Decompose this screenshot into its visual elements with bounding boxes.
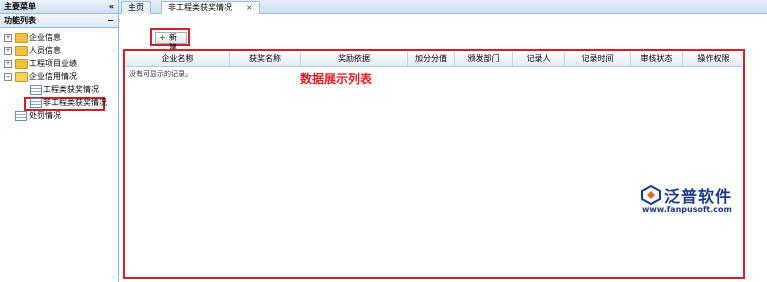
tree-item-label: 工程项目业绩 <box>29 59 77 68</box>
column-header[interactable]: 奖励依据 <box>301 52 408 66</box>
new-button-highlight: + 新 建 <box>150 28 190 52</box>
column-header[interactable]: 企业名称 <box>126 52 230 66</box>
tree-item-label: 处罚情况 <box>29 111 61 120</box>
tree-item-engineering-awards[interactable]: 工程类获奖情况 <box>0 83 118 96</box>
tab-label: 主页 <box>128 3 144 12</box>
tree-item-label: 人员信息 <box>29 46 61 55</box>
plus-icon: + <box>159 33 166 42</box>
section-header[interactable]: 功能列表 − <box>0 14 118 28</box>
tree-item-label: 工程类获奖情况 <box>43 85 99 94</box>
column-header[interactable]: 记录人 <box>513 52 565 66</box>
close-icon[interactable]: × <box>246 3 253 12</box>
column-header[interactable]: 操作权限 <box>683 52 744 66</box>
tree-item-personnel-info[interactable]: + 人员信息 <box>0 44 118 57</box>
folder-open-icon <box>15 72 28 82</box>
tree-item-non-engineering-awards[interactable]: 非工程类获奖情况 <box>0 96 118 111</box>
grid-icon <box>30 98 42 108</box>
column-header[interactable]: 颁发部门 <box>455 52 513 66</box>
expand-icon[interactable]: + <box>4 60 12 68</box>
tree-item-label: 非工程类获奖情况 <box>43 98 107 107</box>
folder-icon <box>15 59 28 69</box>
tree-item-label: 企业信用情况 <box>29 72 77 81</box>
folder-icon <box>15 46 28 56</box>
watermark-logo: 泛普软件 www.fanpusoft.com <box>640 183 758 215</box>
sidebar-title: 主要菜单 <box>4 2 36 11</box>
tree-item-project-performance[interactable]: + 工程项目业绩 <box>0 57 118 70</box>
tab-non-engineering-awards[interactable]: 非工程类获奖情况 × <box>161 1 260 14</box>
empty-message: 没有可显示的记录。 <box>129 70 192 78</box>
tree-item-penalties[interactable]: 处罚情况 <box>0 109 118 122</box>
tab-home[interactable]: 主页 <box>121 1 151 14</box>
brand-name: 泛普软件 <box>664 187 733 206</box>
column-header[interactable]: 审核状态 <box>631 52 683 66</box>
section-title: 功能列表 <box>4 16 36 25</box>
sidebar: 主要菜单 « 功能列表 − + 企业信息 + 人员信息 + 工程项目业绩 − 企… <box>0 0 119 282</box>
data-table: 企业名称 获奖名称 奖励依据 加分分值 颁发部门 记录人 记录时间 审核状态 操… <box>123 49 745 279</box>
grid-icon <box>15 111 27 121</box>
brand-logo-icon <box>641 185 661 205</box>
expand-icon[interactable]: + <box>4 47 12 55</box>
tab-label: 非工程类获奖情况 <box>168 3 232 12</box>
collapse-sidebar-button[interactable]: « <box>109 0 114 13</box>
tab-strip: 主页 非工程类获奖情况 × <box>119 0 767 14</box>
annotation-label: 数据展示列表 <box>300 72 373 86</box>
column-header[interactable]: 记录时间 <box>565 52 631 66</box>
grid-icon <box>30 85 42 95</box>
table-header: 企业名称 获奖名称 奖励依据 加分分值 颁发部门 记录人 记录时间 审核状态 操… <box>126 52 742 67</box>
function-tree: + 企业信息 + 人员信息 + 工程项目业绩 − 企业信用情况 工程类获奖情况 … <box>0 28 118 122</box>
collapse-section-button[interactable]: − <box>107 14 114 27</box>
sidebar-header: 主要菜单 « <box>0 0 118 14</box>
brand-url: www.fanpusoft.com <box>642 205 732 214</box>
column-header[interactable]: 获奖名称 <box>230 52 301 66</box>
expand-icon[interactable]: + <box>4 34 12 42</box>
folder-icon <box>15 33 28 43</box>
tree-item-label: 企业信息 <box>29 33 61 42</box>
tree-item-credit-status[interactable]: − 企业信用情况 <box>0 70 118 83</box>
main-panel: 主页 非工程类获奖情况 × + 新 建 企业名称 获奖名称 奖励依据 加分分值 颁… <box>119 0 767 282</box>
tree-item-company-info[interactable]: + 企业信息 <box>0 31 118 44</box>
new-button[interactable]: + 新 建 <box>155 32 187 52</box>
collapse-icon[interactable]: − <box>4 73 12 81</box>
column-header[interactable]: 加分分值 <box>408 52 455 66</box>
